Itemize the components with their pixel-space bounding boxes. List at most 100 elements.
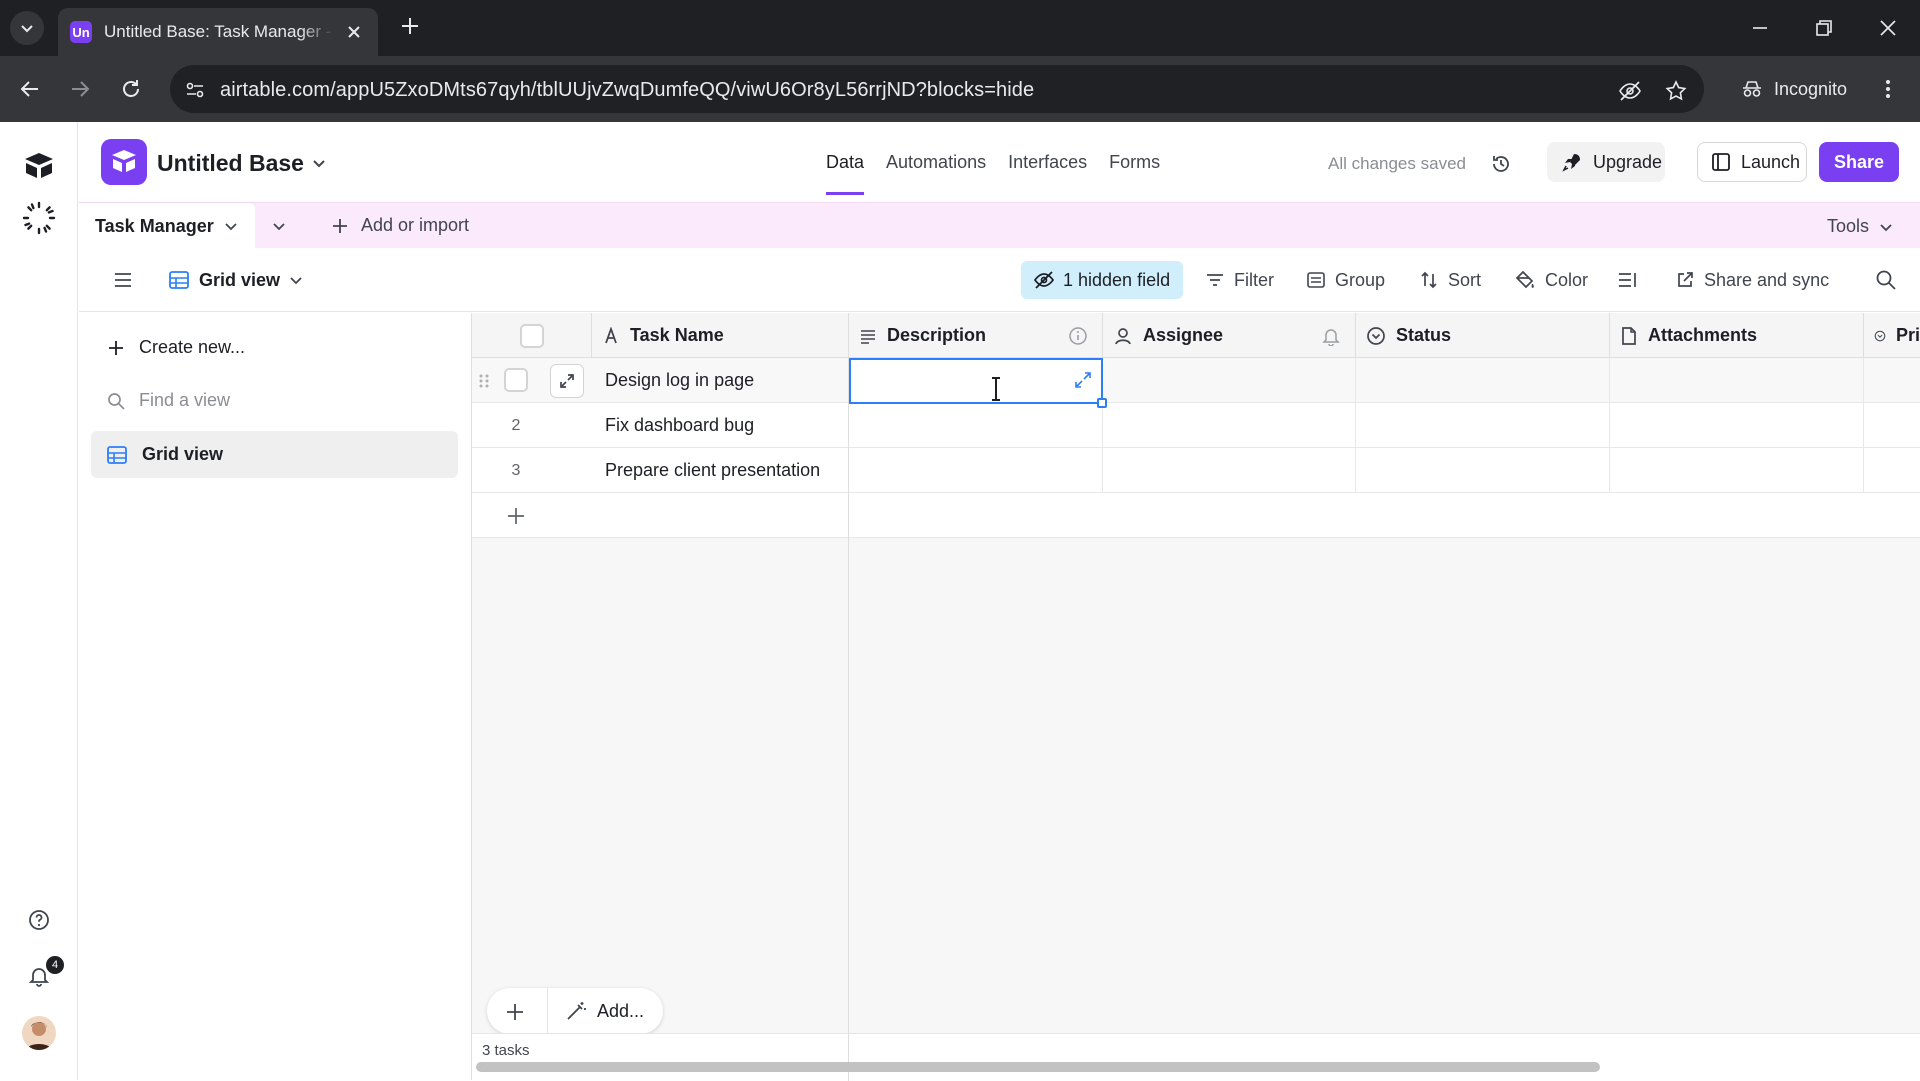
description-cell-selected[interactable] — [849, 358, 1107, 408]
color-label: Color — [1545, 269, 1589, 290]
share-sync-label: Share and sync — [1704, 269, 1830, 290]
attachments-cell[interactable] — [1610, 448, 1864, 493]
info-icon[interactable] — [1068, 326, 1088, 346]
group-button[interactable]: Group — [1306, 248, 1385, 312]
user-avatar-icon — [26, 1022, 52, 1050]
select-all-checkbox[interactable] — [519, 323, 544, 348]
search-icon — [1876, 270, 1896, 290]
description-cell[interactable] — [849, 403, 1103, 448]
view-switcher[interactable]: Grid view — [168, 248, 303, 312]
address-bar[interactable]: airtable.com/appU5ZxoDMts67qyh/tblUUjvZw… — [170, 65, 1704, 113]
tools-label: Tools — [1827, 216, 1870, 236]
status-cell[interactable] — [1356, 403, 1610, 448]
view-name: Grid view — [199, 269, 281, 290]
sidebar-toggle-button[interactable] — [113, 248, 133, 312]
share-and-sync-button[interactable]: Share and sync — [1675, 248, 1829, 312]
eye-off-icon[interactable] — [1618, 79, 1642, 103]
forward-arrow-icon[interactable] — [68, 77, 92, 101]
history-icon[interactable] — [1490, 153, 1512, 175]
reload-icon[interactable] — [119, 77, 143, 101]
restore-icon[interactable] — [1812, 16, 1836, 40]
drag-handle-icon[interactable] — [478, 373, 490, 389]
add-record-plus-icon[interactable] — [505, 1002, 525, 1022]
upgrade-button[interactable]: Upgrade — [1547, 142, 1665, 182]
table-row[interactable]: 2 Fix dashboard bug — [472, 403, 1920, 448]
column-header-attachments[interactable]: Attachments — [1610, 313, 1864, 358]
share-button[interactable]: Share — [1819, 142, 1899, 182]
new-tab-plus-icon[interactable] — [398, 14, 422, 38]
launch-label: Launch — [1741, 151, 1801, 172]
all-tables-chevron-icon[interactable] — [271, 218, 287, 234]
description-cell[interactable] — [849, 448, 1103, 493]
expand-record-button[interactable] — [550, 364, 584, 398]
row-checkbox[interactable] — [504, 368, 528, 392]
add-button[interactable]: Add... — [565, 1000, 644, 1022]
row-number: 2 — [511, 416, 521, 434]
tab-automations[interactable]: Automations — [886, 152, 986, 173]
airtable-home-icon[interactable] — [21, 150, 57, 182]
views-sidebar: Create new... Find a view Grid view — [79, 313, 472, 1080]
find-view-input[interactable]: Find a view — [107, 390, 230, 411]
column-header-status[interactable]: Status — [1356, 313, 1610, 358]
column-header-task-name[interactable]: Task Name — [592, 313, 849, 358]
sidebar-item-grid-view[interactable]: Grid view — [91, 431, 458, 478]
tools-menu[interactable]: Tools — [1827, 216, 1893, 237]
chevron-down-icon[interactable] — [311, 155, 327, 171]
base-name[interactable]: Untitled Base — [157, 150, 304, 177]
color-button[interactable]: Color — [1514, 248, 1588, 312]
site-settings-icon[interactable] — [184, 79, 206, 101]
expand-cell-icon[interactable] — [1073, 370, 1093, 390]
search-button[interactable] — [1875, 248, 1897, 312]
add-import-label: Add or import — [361, 215, 470, 235]
assignee-cell[interactable] — [1103, 358, 1356, 403]
row-height-button[interactable] — [1617, 248, 1639, 312]
attachments-cell[interactable] — [1610, 358, 1864, 403]
column-header-description[interactable]: Description — [849, 313, 1103, 358]
avatar[interactable] — [22, 1016, 56, 1050]
attachments-cell[interactable] — [1610, 403, 1864, 448]
window-close-icon[interactable] — [1876, 16, 1900, 40]
create-new-view-button[interactable]: Create new... — [107, 337, 245, 358]
sort-button[interactable]: Sort — [1419, 248, 1481, 312]
back-arrow-icon[interactable] — [18, 77, 42, 101]
tab-search-button[interactable] — [10, 11, 44, 45]
task-name-cell[interactable]: Design log in page — [605, 370, 754, 391]
plus-icon — [333, 218, 347, 233]
help-icon[interactable] — [27, 908, 51, 932]
minimize-icon[interactable] — [1748, 16, 1772, 40]
tab-interfaces[interactable]: Interfaces — [1008, 152, 1087, 173]
base-logo[interactable] — [101, 139, 147, 185]
add-record-row[interactable] — [472, 493, 849, 538]
column-header-assignee[interactable]: Assignee — [1103, 313, 1356, 358]
records-grid: Task Name Description Assignee Status At… — [472, 313, 1920, 1033]
bookmark-star-icon[interactable] — [1664, 79, 1688, 103]
omni-ai-icon[interactable] — [21, 200, 57, 236]
horizontal-scrollbar[interactable] — [476, 1062, 1600, 1072]
fill-handle[interactable] — [1097, 398, 1107, 408]
text-cursor-icon — [992, 377, 1000, 401]
add-label: Add... — [597, 1000, 645, 1021]
row-number: 3 — [511, 461, 521, 479]
table-row[interactable]: Design log in page — [472, 358, 1920, 403]
incognito-indicator[interactable]: Incognito — [1724, 65, 1854, 113]
column-header-priority[interactable]: Pri — [1864, 313, 1920, 358]
sort-label: Sort — [1448, 269, 1482, 290]
close-icon[interactable] — [344, 22, 364, 42]
table-tab-task-manager[interactable]: Task Manager — [79, 203, 255, 249]
add-or-import-button[interactable]: Add or import — [331, 215, 469, 236]
browser-menu-icon[interactable] — [1878, 79, 1898, 99]
status-cell[interactable] — [1356, 448, 1610, 493]
status-cell[interactable] — [1356, 358, 1610, 403]
tab-data[interactable]: Data — [826, 152, 865, 195]
launch-button[interactable]: Launch — [1697, 142, 1807, 182]
browser-tab[interactable]: Un Untitled Base: Task Manager - Airtabl… — [58, 8, 378, 56]
bell-icon[interactable] — [1321, 326, 1341, 346]
filter-icon — [1207, 274, 1223, 286]
tab-forms[interactable]: Forms — [1109, 152, 1160, 173]
hidden-fields-button[interactable]: 1 hidden field — [1021, 261, 1183, 299]
assignee-cell[interactable] — [1103, 448, 1356, 493]
single-select-icon — [1367, 326, 1385, 345]
filter-button[interactable]: Filter — [1205, 248, 1274, 312]
table-row[interactable]: 3 Prepare client presentation — [472, 448, 1920, 493]
assignee-cell[interactable] — [1103, 403, 1356, 448]
